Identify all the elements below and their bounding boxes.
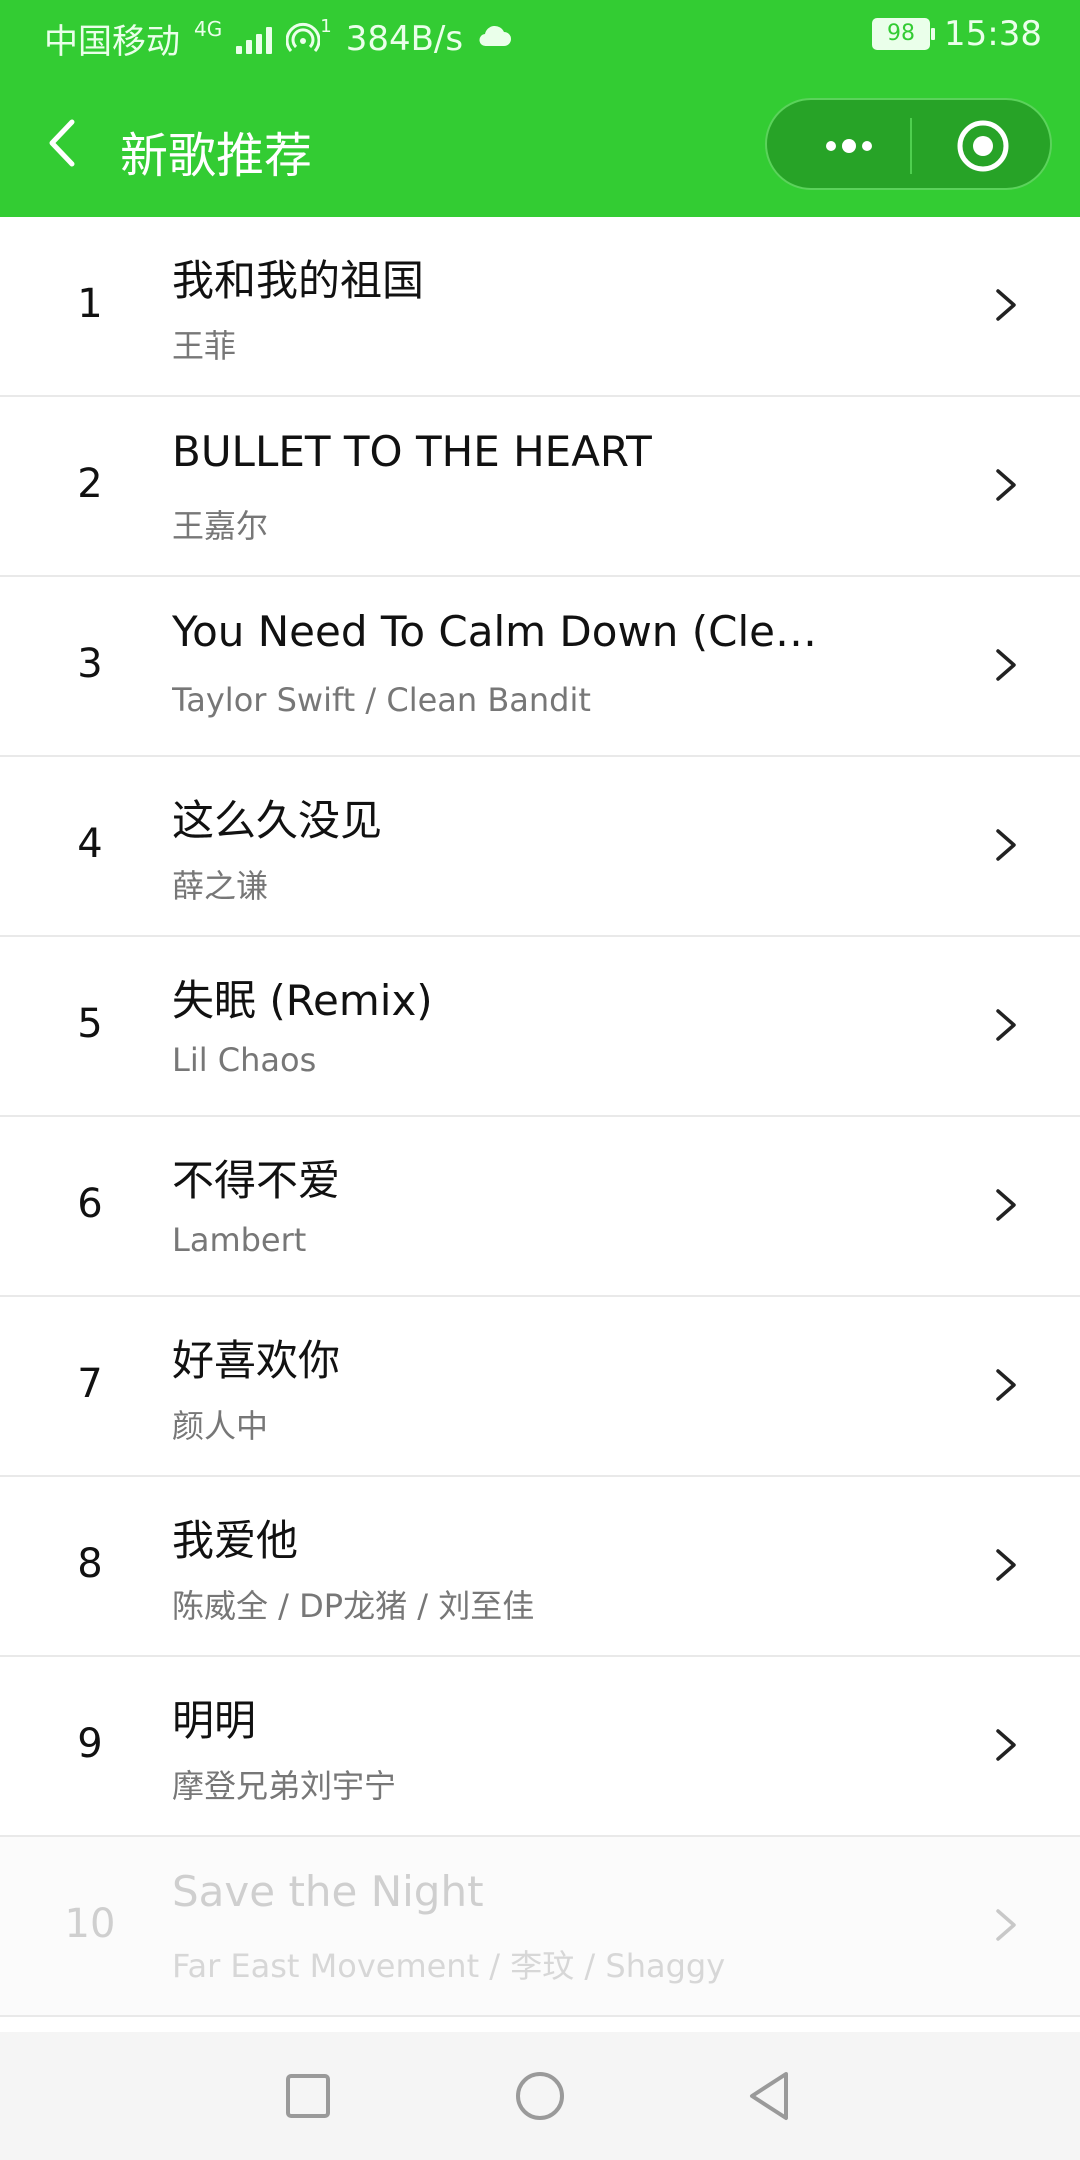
header-bar: 新歌推荐 [0,72,1080,217]
more-button[interactable] [809,126,889,166]
back-nav-button[interactable] [740,2066,800,2126]
song-row[interactable]: 7 好喜欢你 颜人中 [0,1297,1080,1477]
carrier-label: 中国移动 [44,22,180,62]
song-row[interactable]: 5 失眠 (Remix) Lil Chaos [0,937,1080,1117]
song-title: 我和我的祖国 [172,256,425,305]
song-artist: Far East Movement / 李玟 / Shaggy [172,1947,726,1985]
song-artist: 薛之谦 [172,867,269,905]
song-rank: 8 [77,1541,103,1587]
song-title: 失眠 (Remix) [172,976,433,1025]
battery-icon: 98 [872,18,936,50]
hotspot-count: 1 [320,16,332,37]
clock: 15:38 [944,14,1042,54]
capsule-divider [910,118,912,174]
chevron-right-icon [984,823,1028,867]
network-speed: 384B/s [345,18,464,59]
battery-level: 98 [887,21,916,46]
song-title: Save the Night [172,1867,484,1916]
song-row[interactable]: 1 我和我的祖国 王菲 [0,217,1080,397]
song-artist: 颜人中 [172,1407,269,1445]
chevron-right-icon [984,1543,1028,1587]
song-title: 我爱他 [172,1516,299,1565]
song-rank: 4 [77,821,103,867]
song-artist: 王嘉尔 [172,507,269,545]
status-bar: 中国移动 4G 1 384B/s 98 15:38 [0,0,1080,72]
chevron-right-icon [984,643,1028,687]
network-type-label: 4G [194,16,223,41]
chevron-left-icon [49,119,75,167]
square-icon [286,2074,330,2118]
chevron-right-icon [984,1183,1028,1227]
recents-button[interactable] [278,2066,338,2126]
chevron-right-icon [984,1003,1028,1047]
song-rank: 9 [77,1721,103,1767]
signal-icon [236,24,273,54]
song-rank: 10 [64,1901,116,1947]
more-dots-icon [826,139,872,153]
close-button[interactable] [955,118,1011,174]
song-row[interactable]: 3 You Need To Calm Down (Clea… Taylor Sw… [0,577,1080,757]
song-artist: Lil Chaos [172,1041,317,1079]
song-row[interactable]: 2 BULLET TO THE HEART 王嘉尔 [0,397,1080,577]
song-row[interactable]: 10 Save the Night Far East Movement / 李玟… [0,1837,1080,2017]
song-artist: Taylor Swift / Clean Bandit [172,681,591,719]
song-title: BULLET TO THE HEART [172,427,652,476]
song-row[interactable]: 9 明明 摩登兄弟刘宇宁 [0,1657,1080,1837]
song-row[interactable]: 6 不得不爱 Lambert [0,1117,1080,1297]
song-artist: 王菲 [172,327,237,365]
song-rank: 6 [77,1181,103,1227]
song-rank: 5 [77,1001,103,1047]
song-title: You Need To Calm Down (Clea… [172,607,822,656]
song-rank: 1 [77,281,103,327]
mini-program-capsule [765,98,1052,190]
song-rank: 2 [77,461,103,507]
back-button[interactable] [36,114,94,172]
song-title: 这么久没见 [172,796,383,845]
song-artist: 陈威全 / DP龙猪 / 刘至佳 [172,1587,535,1625]
chevron-right-icon [984,463,1028,507]
song-artist: 摩登兄弟刘宇宁 [172,1767,397,1805]
song-title: 不得不爱 [172,1156,341,1205]
song-list: 1 我和我的祖国 王菲 2 BULLET TO THE HEART 王嘉尔 3 … [0,217,1080,2017]
hotspot-icon: 1 [286,16,332,56]
song-rank: 3 [77,641,103,687]
song-title: 好喜欢你 [172,1336,341,1385]
circle-icon [516,2072,564,2120]
chevron-right-icon [984,1363,1028,1407]
chevron-right-icon [984,283,1028,327]
target-icon [957,120,1009,172]
cloud-icon [477,19,513,59]
chevron-right-icon [984,1723,1028,1767]
triangle-back-icon [750,2072,788,2120]
song-title: 明明 [172,1696,257,1745]
page-title: 新歌推荐 [120,128,313,184]
system-navigation-bar [0,2032,1080,2160]
song-row[interactable]: 4 这么久没见 薛之谦 [0,757,1080,937]
song-rank: 7 [77,1361,103,1407]
song-row[interactable]: 8 我爱他 陈威全 / DP龙猪 / 刘至佳 [0,1477,1080,1657]
home-button[interactable] [510,2066,570,2126]
song-artist: Lambert [172,1221,307,1259]
chevron-right-icon [984,1903,1028,1947]
